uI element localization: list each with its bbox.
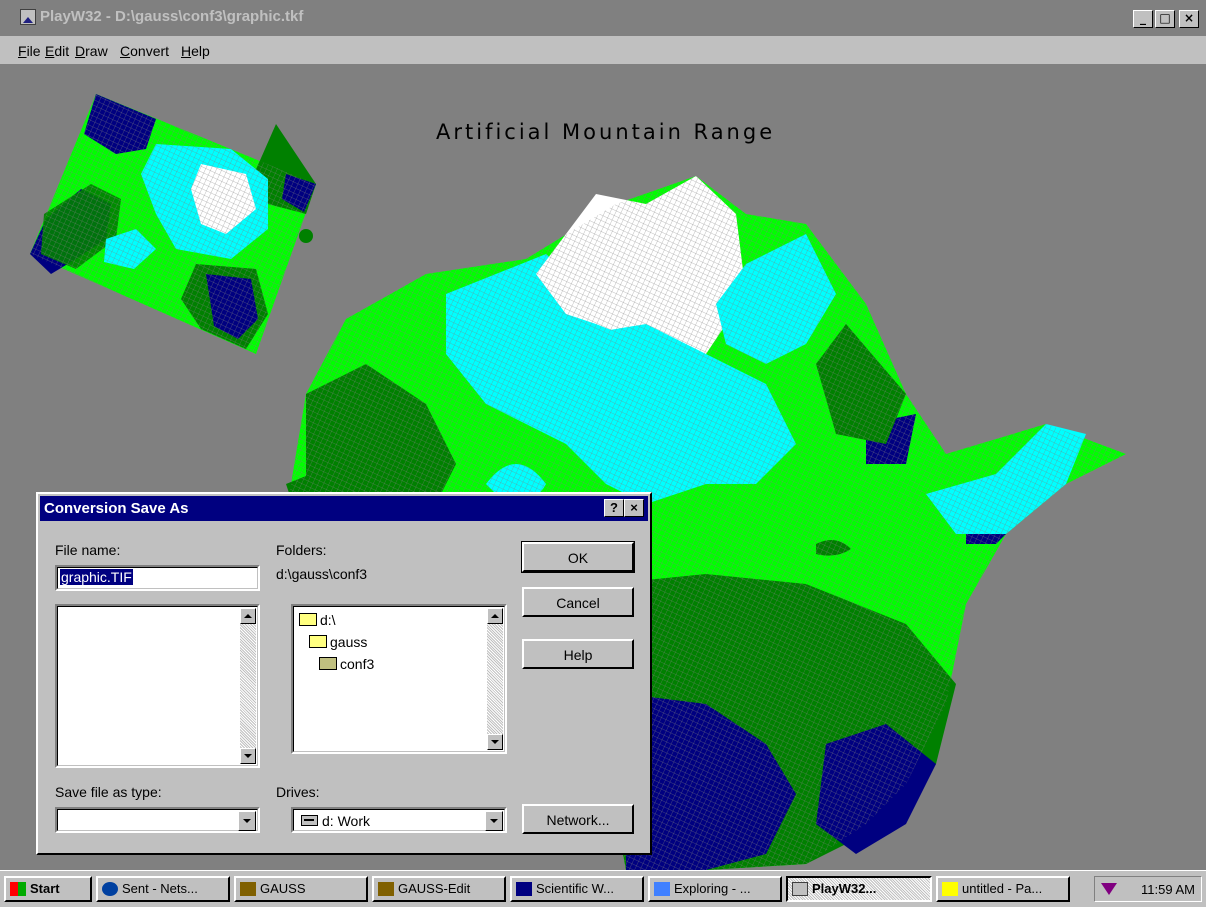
drive-icon — [301, 815, 318, 826]
folder-item[interactable]: conf3 — [319, 656, 374, 672]
menu-help[interactable]: Help — [181, 43, 210, 59]
start-button[interactable]: Start — [4, 876, 92, 902]
gauss-edit-icon — [378, 882, 394, 896]
drive-value: d: Work — [322, 813, 370, 829]
ok-button[interactable]: OK — [521, 541, 635, 573]
conversion-save-as-dialog: Conversion Save As ? × File name: graphi… — [36, 492, 652, 855]
taskbar: Start Sent - Nets... GAUSS GAUSS-Edit Sc… — [0, 870, 1206, 907]
context-help-button[interactable]: ? — [604, 499, 624, 517]
ok-label: OK — [567, 550, 589, 566]
task-gauss[interactable]: GAUSS — [234, 876, 368, 902]
file-name-value: graphic.TIF — [60, 569, 133, 585]
cancel-button[interactable]: Cancel — [522, 587, 634, 617]
mail-icon — [102, 882, 118, 896]
help-button[interactable]: Help — [522, 639, 634, 669]
menu-draw[interactable]: Draw — [75, 43, 108, 59]
folder-item[interactable]: gauss — [309, 634, 367, 650]
task-playw32[interactable]: PlayW32... — [786, 876, 932, 902]
folder-label: conf3 — [340, 656, 375, 672]
maximize-button[interactable]: □ — [1155, 10, 1175, 28]
folder-label: d:\ — [320, 612, 336, 628]
drive-value-wrap: d: Work — [301, 813, 370, 829]
contour-map — [6, 64, 316, 354]
open-folder-icon — [319, 657, 337, 670]
explorer-icon — [654, 882, 670, 896]
scroll-up-button[interactable] — [487, 608, 503, 624]
chevron-down-icon[interactable] — [485, 811, 503, 831]
task-netscape[interactable]: Sent - Nets... — [96, 876, 230, 902]
file-list-scrollbar[interactable] — [240, 608, 256, 764]
dialog-title-bar[interactable]: Conversion Save As ? × — [40, 496, 648, 521]
clock[interactable]: 11:59 AM — [1141, 882, 1195, 897]
scroll-down-button[interactable] — [487, 734, 503, 750]
menu-edit[interactable]: Edit — [45, 43, 69, 59]
current-path: d:\gauss\conf3 — [276, 566, 368, 582]
network-label: Network... — [546, 812, 610, 828]
gauss-icon — [240, 882, 256, 896]
task-paint[interactable]: untitled - Pa... — [936, 876, 1070, 902]
scroll-up-button[interactable] — [240, 608, 256, 624]
task-explorer[interactable]: Exploring - ... — [648, 876, 782, 902]
scroll-down-button[interactable] — [240, 748, 256, 764]
menu-bar: File Edit Draw Convert Help — [0, 36, 1206, 64]
menu-file[interactable]: File — [18, 43, 41, 59]
scientific-word-icon — [516, 882, 532, 896]
save-type-select[interactable] — [55, 807, 260, 833]
dialog-close-button[interactable]: × — [624, 499, 644, 517]
open-folder-icon — [309, 635, 327, 648]
chevron-down-icon[interactable] — [238, 811, 256, 831]
tray-app-icon[interactable] — [1101, 883, 1117, 895]
window-title: PlayW32 - D:\gauss\conf3\graphic.tkf — [40, 8, 304, 25]
folder-tree[interactable]: d:\ gauss conf3 — [291, 604, 507, 754]
file-name-input[interactable]: graphic.TIF — [55, 565, 260, 591]
app-icon[interactable] — [20, 9, 36, 25]
paint-icon — [942, 882, 958, 896]
minimize-button[interactable]: _ — [1133, 10, 1153, 28]
task-scientific-word[interactable]: Scientific W... — [510, 876, 644, 902]
system-tray: 11:59 AM — [1094, 876, 1202, 902]
folder-tree-scrollbar[interactable] — [487, 608, 503, 750]
playw32-icon — [792, 882, 808, 896]
folder-label: gauss — [330, 634, 368, 650]
drives-label: Drives: — [276, 784, 320, 800]
drives-select[interactable]: d: Work — [291, 807, 507, 833]
cancel-label: Cancel — [556, 595, 600, 611]
file-name-label: File name: — [55, 542, 121, 558]
close-button[interactable]: × — [1179, 10, 1199, 28]
open-folder-icon — [299, 613, 317, 626]
plot-title: Artificial Mountain Range — [436, 120, 776, 144]
save-type-label: Save file as type: — [55, 784, 162, 800]
help-label: Help — [563, 647, 593, 663]
file-list[interactable] — [55, 604, 260, 768]
menu-convert[interactable]: Convert — [120, 43, 169, 59]
network-button[interactable]: Network... — [522, 804, 634, 834]
folders-label: Folders: — [276, 542, 327, 558]
title-bar[interactable]: PlayW32 - D:\gauss\conf3\graphic.tkf _ □… — [0, 0, 1206, 36]
task-gauss-edit[interactable]: GAUSS-Edit — [372, 876, 506, 902]
windows-logo-icon — [10, 882, 26, 896]
folder-item[interactable]: d:\ — [299, 612, 336, 628]
dialog-title: Conversion Save As — [44, 500, 189, 517]
